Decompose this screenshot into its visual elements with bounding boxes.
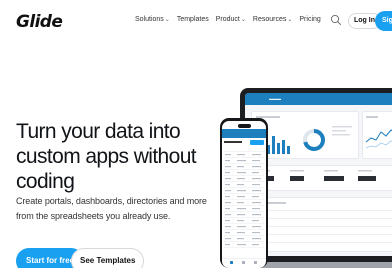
nav-item-label: Pricing [299, 16, 321, 23]
phone-list-graphic [222, 140, 266, 264]
nav-item-label: Templates [176, 16, 209, 23]
search-icon[interactable] [330, 14, 342, 26]
hero-subtext: Create portals, dashboards, directories … [16, 196, 207, 221]
table-panel [251, 197, 392, 252]
nav-item-product[interactable]: Product⌄ [216, 16, 246, 23]
nav-item-pricing[interactable]: Pricing [299, 16, 320, 23]
nav-item-label: Solutions [135, 16, 164, 23]
table-graphic [256, 202, 392, 243]
nav-item-resources[interactable]: Resources⌄ [253, 16, 293, 23]
see-templates-button[interactable]: See Templates [71, 248, 145, 268]
phone-app-screenshot [222, 121, 266, 268]
nav-item-label: Resources [252, 16, 287, 23]
chevron-down-icon: ⌄ [240, 17, 246, 23]
phone-mockup [220, 118, 268, 268]
kpi-panel [251, 165, 392, 191]
nav-links: Solutions⌄ Templates Product⌄ Resources⌄… [135, 16, 321, 23]
dashboard-chart-graphic [256, 116, 352, 154]
chevron-down-icon: ⌄ [287, 17, 293, 23]
top-navbar: Glide Solutions⌄ Templates Product⌄ Reso… [0, 0, 392, 44]
glide-logo[interactable]: Glide [16, 12, 63, 32]
kpi-graphic [256, 170, 376, 181]
app-header-title: ▬▬▬ [269, 96, 281, 101]
signup-button[interactable]: Sign [375, 11, 392, 31]
nav-item-label: Product [215, 16, 240, 23]
nav-item-templates[interactable]: Templates [177, 16, 209, 23]
hero-headline: Turn your data into custom apps without … [16, 120, 197, 193]
app-header-bar [245, 93, 392, 105]
nav-item-solutions[interactable]: Solutions⌄ [135, 16, 170, 23]
line-chart-graphic [365, 116, 392, 149]
chevron-down-icon: ⌄ [164, 17, 170, 23]
line-chart-panel [362, 111, 392, 159]
